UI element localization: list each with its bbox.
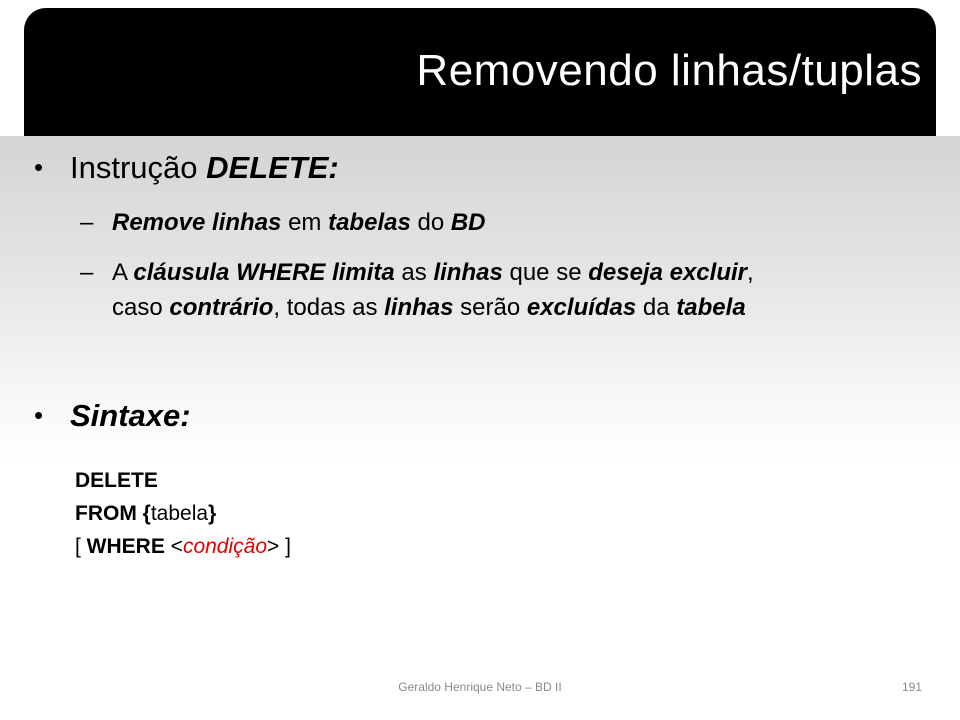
code-text: tabela xyxy=(150,502,209,525)
code-text: [ xyxy=(75,535,87,558)
sub-text: tabelas xyxy=(328,209,411,236)
sub-text: do xyxy=(410,209,451,236)
code-line-3: [ WHERE <condição> ] xyxy=(75,530,291,563)
condition-placeholder: condição xyxy=(182,535,268,558)
sub-text: , xyxy=(746,259,754,286)
sql-keyword: DELETE xyxy=(75,469,158,492)
footer-author: Geraldo Henrique Neto – BD II xyxy=(398,680,562,694)
sub-text: A xyxy=(112,259,134,286)
bullet-emph: DELETE: xyxy=(206,150,339,185)
sub-line-1: – A cláusula WHERE limita as linhas que s… xyxy=(80,255,754,290)
bullet-dot-icon: • xyxy=(34,400,44,430)
bullet-text: Instrução xyxy=(70,150,207,185)
sub-text: linhas xyxy=(433,259,503,286)
slide-title: Removendo linhas/tuplas xyxy=(416,46,922,95)
bullet-emph: Sintaxe: xyxy=(70,398,191,433)
sub-bullet-remove: – Remove linhas em tabelas do BD xyxy=(80,205,486,240)
sub-text: da xyxy=(636,294,677,321)
code-text: } xyxy=(208,502,217,525)
sub-text: caso xyxy=(112,294,170,321)
sql-keyword: FROM xyxy=(75,502,137,525)
sub-text: BD xyxy=(450,209,486,236)
sub-text: tabela xyxy=(676,294,746,321)
bullet-syntax: • Sintaxe: xyxy=(34,398,191,434)
bullet-instruction: • Instrução DELETE: xyxy=(34,150,339,186)
sql-syntax-block: DELETE FROM {tabela} [ WHERE <condição> … xyxy=(75,464,291,563)
sub-text: contrário xyxy=(169,294,274,321)
title-bar: Removendo linhas/tuplas xyxy=(24,8,936,136)
sub-text: excluídas xyxy=(526,294,637,321)
sub-bullet-where: – A cláusula WHERE limita as linhas que s… xyxy=(80,255,754,325)
dash-icon: – xyxy=(80,209,94,236)
sub-text: Remove linhas xyxy=(112,209,282,236)
sub-text: serão xyxy=(453,294,527,321)
sub-text: as xyxy=(394,259,434,286)
code-line-1: DELETE xyxy=(75,464,291,497)
dash-icon: – xyxy=(80,259,94,286)
sub-text: linhas xyxy=(384,294,454,321)
page-number: 191 xyxy=(901,680,922,694)
sub-line-2: caso contrário, todas as linhas serão ex… xyxy=(80,290,754,325)
sub-text: em xyxy=(281,209,329,236)
code-text: > ] xyxy=(267,535,291,558)
bullet-dot-icon: • xyxy=(34,152,44,182)
sub-text: deseja excluir xyxy=(588,259,747,286)
sub-text: cláusula WHERE limita xyxy=(133,259,395,286)
code-text: { xyxy=(136,502,151,525)
code-text: < xyxy=(164,535,183,558)
code-line-2: FROM {tabela} xyxy=(75,497,291,530)
sub-text: que se xyxy=(502,259,589,286)
sql-keyword: WHERE xyxy=(86,535,165,558)
sub-text: , todas as xyxy=(273,294,385,321)
